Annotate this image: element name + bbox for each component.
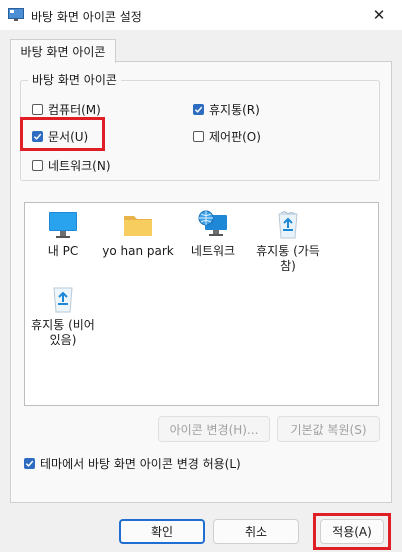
icon-list[interactable]: 내 PC yo han park 네트워크 휴지통 (가득 참) 휴지통 (비어… (24, 202, 379, 406)
highlight-box-documents (20, 117, 105, 151)
recycle-bin-empty-icon (53, 287, 73, 313)
list-item[interactable]: 네트워크 (177, 209, 249, 259)
checkbox-computer[interactable]: 컴퓨터(M) (32, 101, 101, 118)
checkbox-allow-theme-change[interactable]: 테마에서 바탕 화면 아이콘 변경 허용(L) (24, 455, 241, 472)
icon-label: 네트워크 (190, 244, 236, 258)
checkbox-box[interactable] (193, 104, 204, 115)
checkbox-box[interactable] (193, 131, 204, 142)
tab-desktop-icons[interactable]: 바탕 화면 아이콘 (10, 39, 116, 63)
checkbox-recycle-bin[interactable]: 휴지통(R) (193, 101, 260, 118)
restore-default-button[interactable]: 기본값 복원(S) (277, 416, 380, 442)
checkmark-icon (194, 106, 203, 113)
checkbox-label: 휴지통(R) (209, 103, 260, 117)
list-item[interactable]: 내 PC (27, 209, 99, 259)
checkbox-label: 제어판(O) (209, 130, 261, 144)
group-legend: 바탕 화면 아이콘 (28, 71, 121, 88)
checkbox-network[interactable]: 네트워크(N) (32, 157, 111, 174)
window-title: 바탕 화면 아이콘 설정 (31, 10, 142, 24)
button-label: 아이콘 변경(H)... (169, 422, 259, 437)
button-label: 취소 (244, 525, 268, 539)
close-icon: ✕ (372, 6, 386, 24)
tab-label: 바탕 화면 아이콘 (20, 45, 106, 59)
highlight-box-apply (313, 513, 391, 550)
icon-label: yo han park (102, 244, 174, 258)
checkbox-box[interactable] (32, 160, 43, 171)
list-item[interactable]: 휴지통 (가득 참) (252, 209, 324, 274)
close-button[interactable]: ✕ (356, 0, 402, 30)
folder-icon (124, 216, 152, 236)
checkmark-icon (25, 460, 34, 467)
icon-label: 휴지통 (비어 있음) (31, 318, 95, 347)
ok-button[interactable]: 확인 (119, 519, 205, 544)
checkbox-label: 컴퓨터(M) (48, 103, 101, 117)
icon-label: 휴지통 (가득 참) (256, 244, 320, 273)
list-item[interactable]: 휴지통 (비어 있음) (27, 283, 99, 348)
cancel-button[interactable]: 취소 (213, 519, 299, 544)
title-bar: 바탕 화면 아이콘 설정 ✕ (0, 0, 402, 30)
checkbox-box[interactable] (24, 458, 35, 469)
checkbox-control-panel[interactable]: 제어판(O) (193, 128, 261, 145)
button-label: 기본값 복원(S) (290, 422, 367, 437)
checkbox-label: 네트워크(N) (48, 159, 111, 173)
button-label: 확인 (150, 525, 174, 539)
change-icon-button[interactable]: 아이콘 변경(H)... (158, 416, 270, 442)
desktop-settings-icon (8, 8, 24, 21)
network-icon (198, 210, 227, 236)
list-item[interactable]: yo han park (102, 209, 174, 259)
checkbox-label: 테마에서 바탕 화면 아이콘 변경 허용(L) (40, 457, 241, 471)
icon-label: 내 PC (47, 244, 79, 258)
recycle-bin-full-icon (278, 211, 298, 239)
monitor-icon (49, 212, 77, 238)
checkbox-box[interactable] (32, 104, 43, 115)
